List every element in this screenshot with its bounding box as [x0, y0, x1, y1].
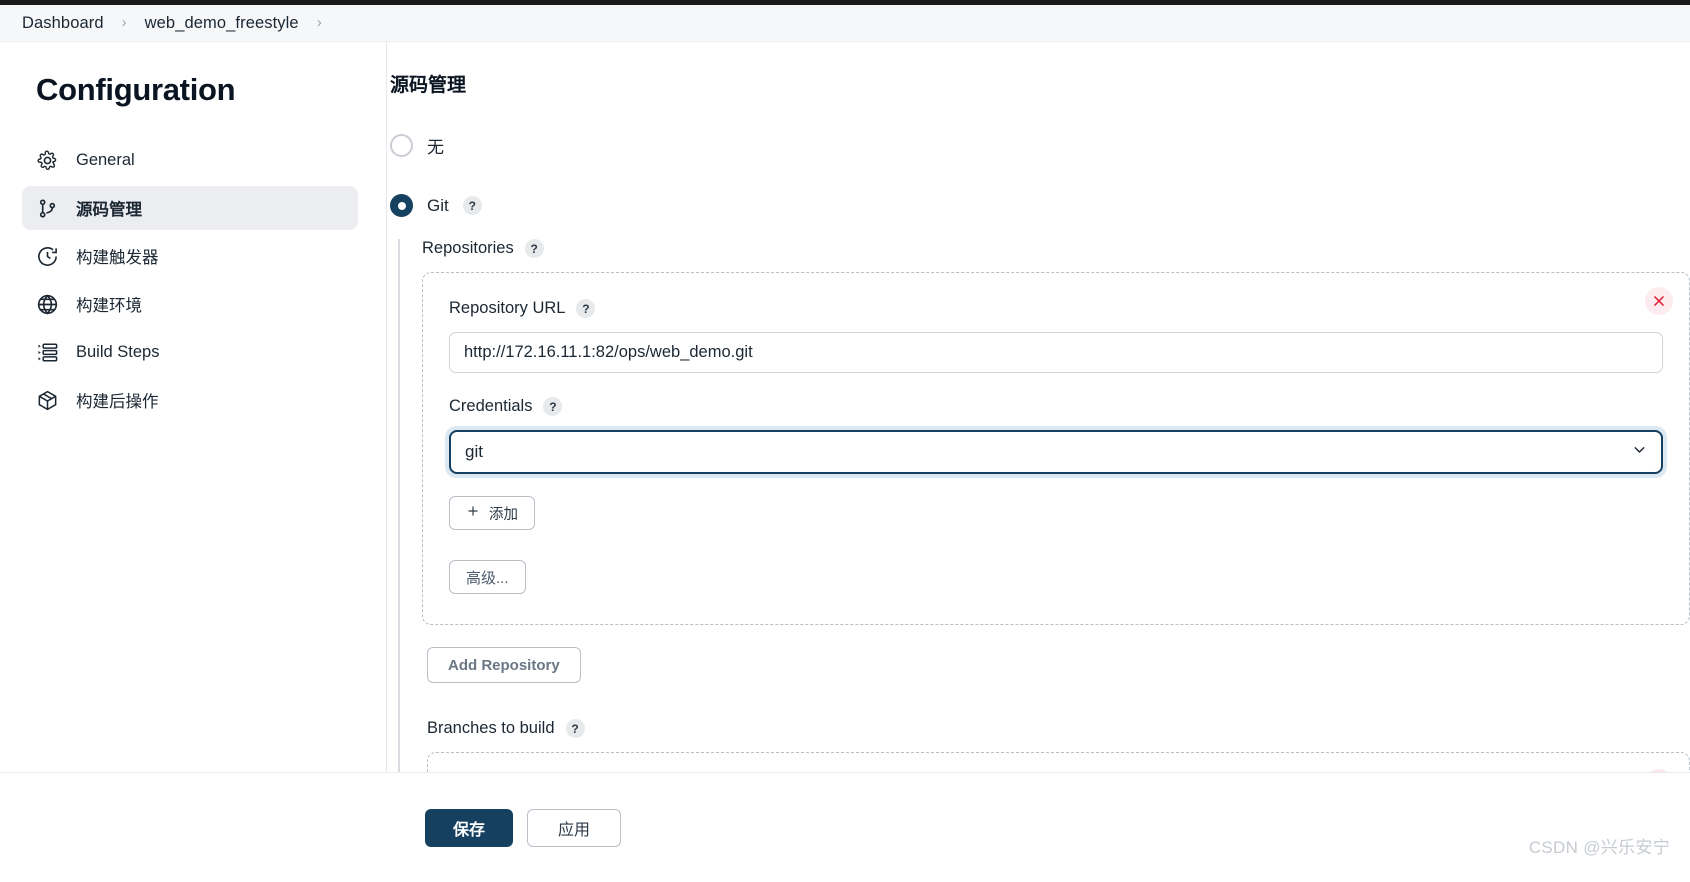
plus-icon	[466, 504, 480, 522]
git-branch-icon	[36, 197, 59, 220]
clock-icon	[36, 245, 59, 268]
save-button[interactable]: 保存	[425, 808, 514, 847]
breadcrumb: Dashboard › web_demo_freestyle ›	[0, 5, 1690, 42]
breadcrumb-separator-icon: ›	[121, 13, 127, 31]
sidebar: Configuration General 源码管理 构建触发器 构建环境 Bu…	[0, 42, 386, 882]
git-config-panel: Repositories ? Repository URL ? Credenti…	[398, 239, 1690, 772]
form-action-bar: 保存 应用	[0, 772, 1690, 882]
add-repository-button[interactable]: Add Repository	[427, 647, 581, 683]
scm-option-none[interactable]: 无	[387, 133, 1690, 158]
sidebar-item-post-build-actions[interactable]: 构建后操作	[22, 378, 358, 422]
credentials-label: Credentials	[449, 397, 533, 415]
gear-icon	[36, 149, 59, 172]
globe-icon	[36, 293, 59, 316]
repository-url-input[interactable]	[449, 332, 1663, 373]
sidebar-item-label-scm: 源码管理	[76, 201, 142, 219]
scm-option-git-label: Git	[427, 195, 449, 215]
advanced-button-label: 高级...	[466, 569, 509, 587]
credentials-select-wrap: git	[445, 426, 1667, 478]
sidebar-item-label-general: General	[76, 150, 135, 169]
breadcrumb-separator-icon-2: ›	[316, 13, 322, 31]
app-root: Dashboard › web_demo_freestyle › Configu…	[0, 0, 1690, 882]
sidebar-item-scm[interactable]: 源码管理	[22, 186, 358, 230]
repository-entry: Repository URL ? Credentials ? git	[422, 272, 1690, 625]
credentials-label-row: Credentials ?	[449, 397, 1663, 416]
branches-to-build-label: Branches to build	[427, 719, 555, 737]
scm-option-git[interactable]: Git ?	[387, 194, 1690, 217]
scm-option-none-label: 无	[427, 138, 444, 157]
repository-url-label: Repository URL	[449, 299, 566, 317]
sidebar-item-label-build-environment: 构建环境	[76, 297, 142, 315]
branches-entry-partial	[427, 752, 1690, 772]
credentials-select[interactable]: git	[449, 430, 1663, 474]
sidebar-item-build-environment[interactable]: 构建环境	[22, 282, 358, 326]
credentials-select-value: git	[465, 442, 483, 461]
page-title: Configuration	[36, 72, 236, 107]
add-credentials-button[interactable]: 添加	[449, 496, 535, 530]
sidebar-item-build-steps[interactable]: Build Steps	[22, 330, 358, 374]
sidebar-item-label-post-build-actions: 构建后操作	[76, 393, 159, 411]
advanced-button[interactable]: 高级...	[449, 560, 526, 594]
radio-none[interactable]	[390, 134, 413, 157]
breadcrumb-item-dashboard[interactable]: Dashboard	[18, 12, 108, 35]
help-icon-credentials[interactable]: ?	[543, 397, 563, 416]
close-icon	[1654, 296, 1664, 306]
watermark: CSDN @兴乐安宁	[1528, 838, 1670, 857]
add-repository-label: Add Repository	[448, 656, 560, 674]
help-icon-repositories[interactable]: ?	[524, 239, 544, 258]
help-icon-branches[interactable]: ?	[565, 719, 585, 738]
add-credentials-label: 添加	[489, 506, 518, 523]
breadcrumb-item-job[interactable]: web_demo_freestyle	[141, 12, 303, 35]
sidebar-item-build-triggers[interactable]: 构建触发器	[22, 234, 358, 278]
delete-repository-button[interactable]	[1645, 287, 1673, 315]
sidebar-item-general[interactable]: General	[22, 138, 358, 182]
repositories-label: Repositories	[422, 239, 514, 257]
main-content: 源码管理 无 Git ? Repositories ? Repository U…	[387, 42, 1690, 772]
radio-git[interactable]	[390, 194, 413, 217]
help-icon-repository-url[interactable]: ?	[576, 299, 596, 318]
repository-url-label-row: Repository URL ?	[449, 299, 1663, 318]
list-steps-icon	[36, 341, 59, 364]
package-icon	[36, 389, 59, 412]
branches-label-row: Branches to build ?	[422, 719, 1690, 738]
help-icon-git[interactable]: ?	[462, 196, 482, 215]
repositories-label-row: Repositories ?	[422, 239, 1690, 258]
apply-button[interactable]: 应用	[527, 808, 622, 847]
sidebar-item-label-build-triggers: 构建触发器	[76, 249, 159, 267]
section-title: 源码管理	[390, 75, 467, 96]
sidebar-item-label-build-steps: Build Steps	[76, 342, 160, 361]
